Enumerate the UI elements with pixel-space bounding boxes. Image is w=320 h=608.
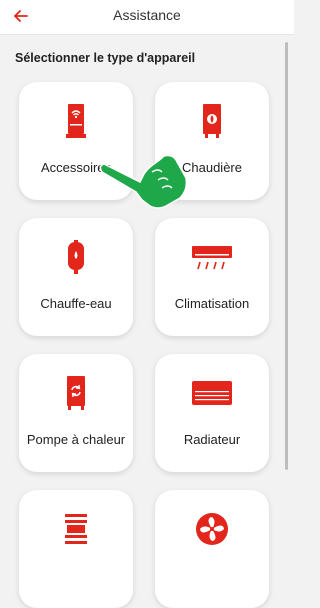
device-label: Climatisation bbox=[174, 296, 250, 311]
boiler-icon bbox=[203, 104, 221, 138]
pointing-hand-icon bbox=[100, 154, 188, 209]
device-card-radiateur[interactable]: Radiateur bbox=[155, 354, 269, 472]
device-card-climatisation[interactable]: Climatisation bbox=[155, 218, 269, 336]
heat-pump-icon bbox=[67, 376, 85, 410]
towel-radiator-icon bbox=[65, 514, 87, 544]
device-card-seche-serviettes[interactable] bbox=[19, 490, 133, 608]
radiator-icon bbox=[192, 381, 232, 405]
scrollbar[interactable] bbox=[285, 42, 288, 470]
device-label: Radiateur bbox=[183, 432, 241, 447]
device-label: Chauffe-eau bbox=[40, 296, 112, 311]
app-header: Assistance bbox=[0, 0, 294, 35]
fan-icon bbox=[196, 513, 228, 545]
device-card-ventilation[interactable] bbox=[155, 490, 269, 608]
air-conditioner-icon bbox=[192, 246, 232, 270]
water-heater-icon bbox=[68, 240, 84, 274]
device-label: Pompe à chaleur bbox=[26, 432, 126, 447]
device-card-chauffe-eau[interactable]: Chauffe-eau bbox=[19, 218, 133, 336]
page-title: Assistance bbox=[113, 7, 181, 23]
section-title: Sélectionner le type d'appareil bbox=[15, 51, 196, 65]
wifi-thermostat-icon bbox=[66, 104, 86, 138]
device-card-pompe-a-chaleur[interactable]: Pompe à chaleur bbox=[19, 354, 133, 472]
